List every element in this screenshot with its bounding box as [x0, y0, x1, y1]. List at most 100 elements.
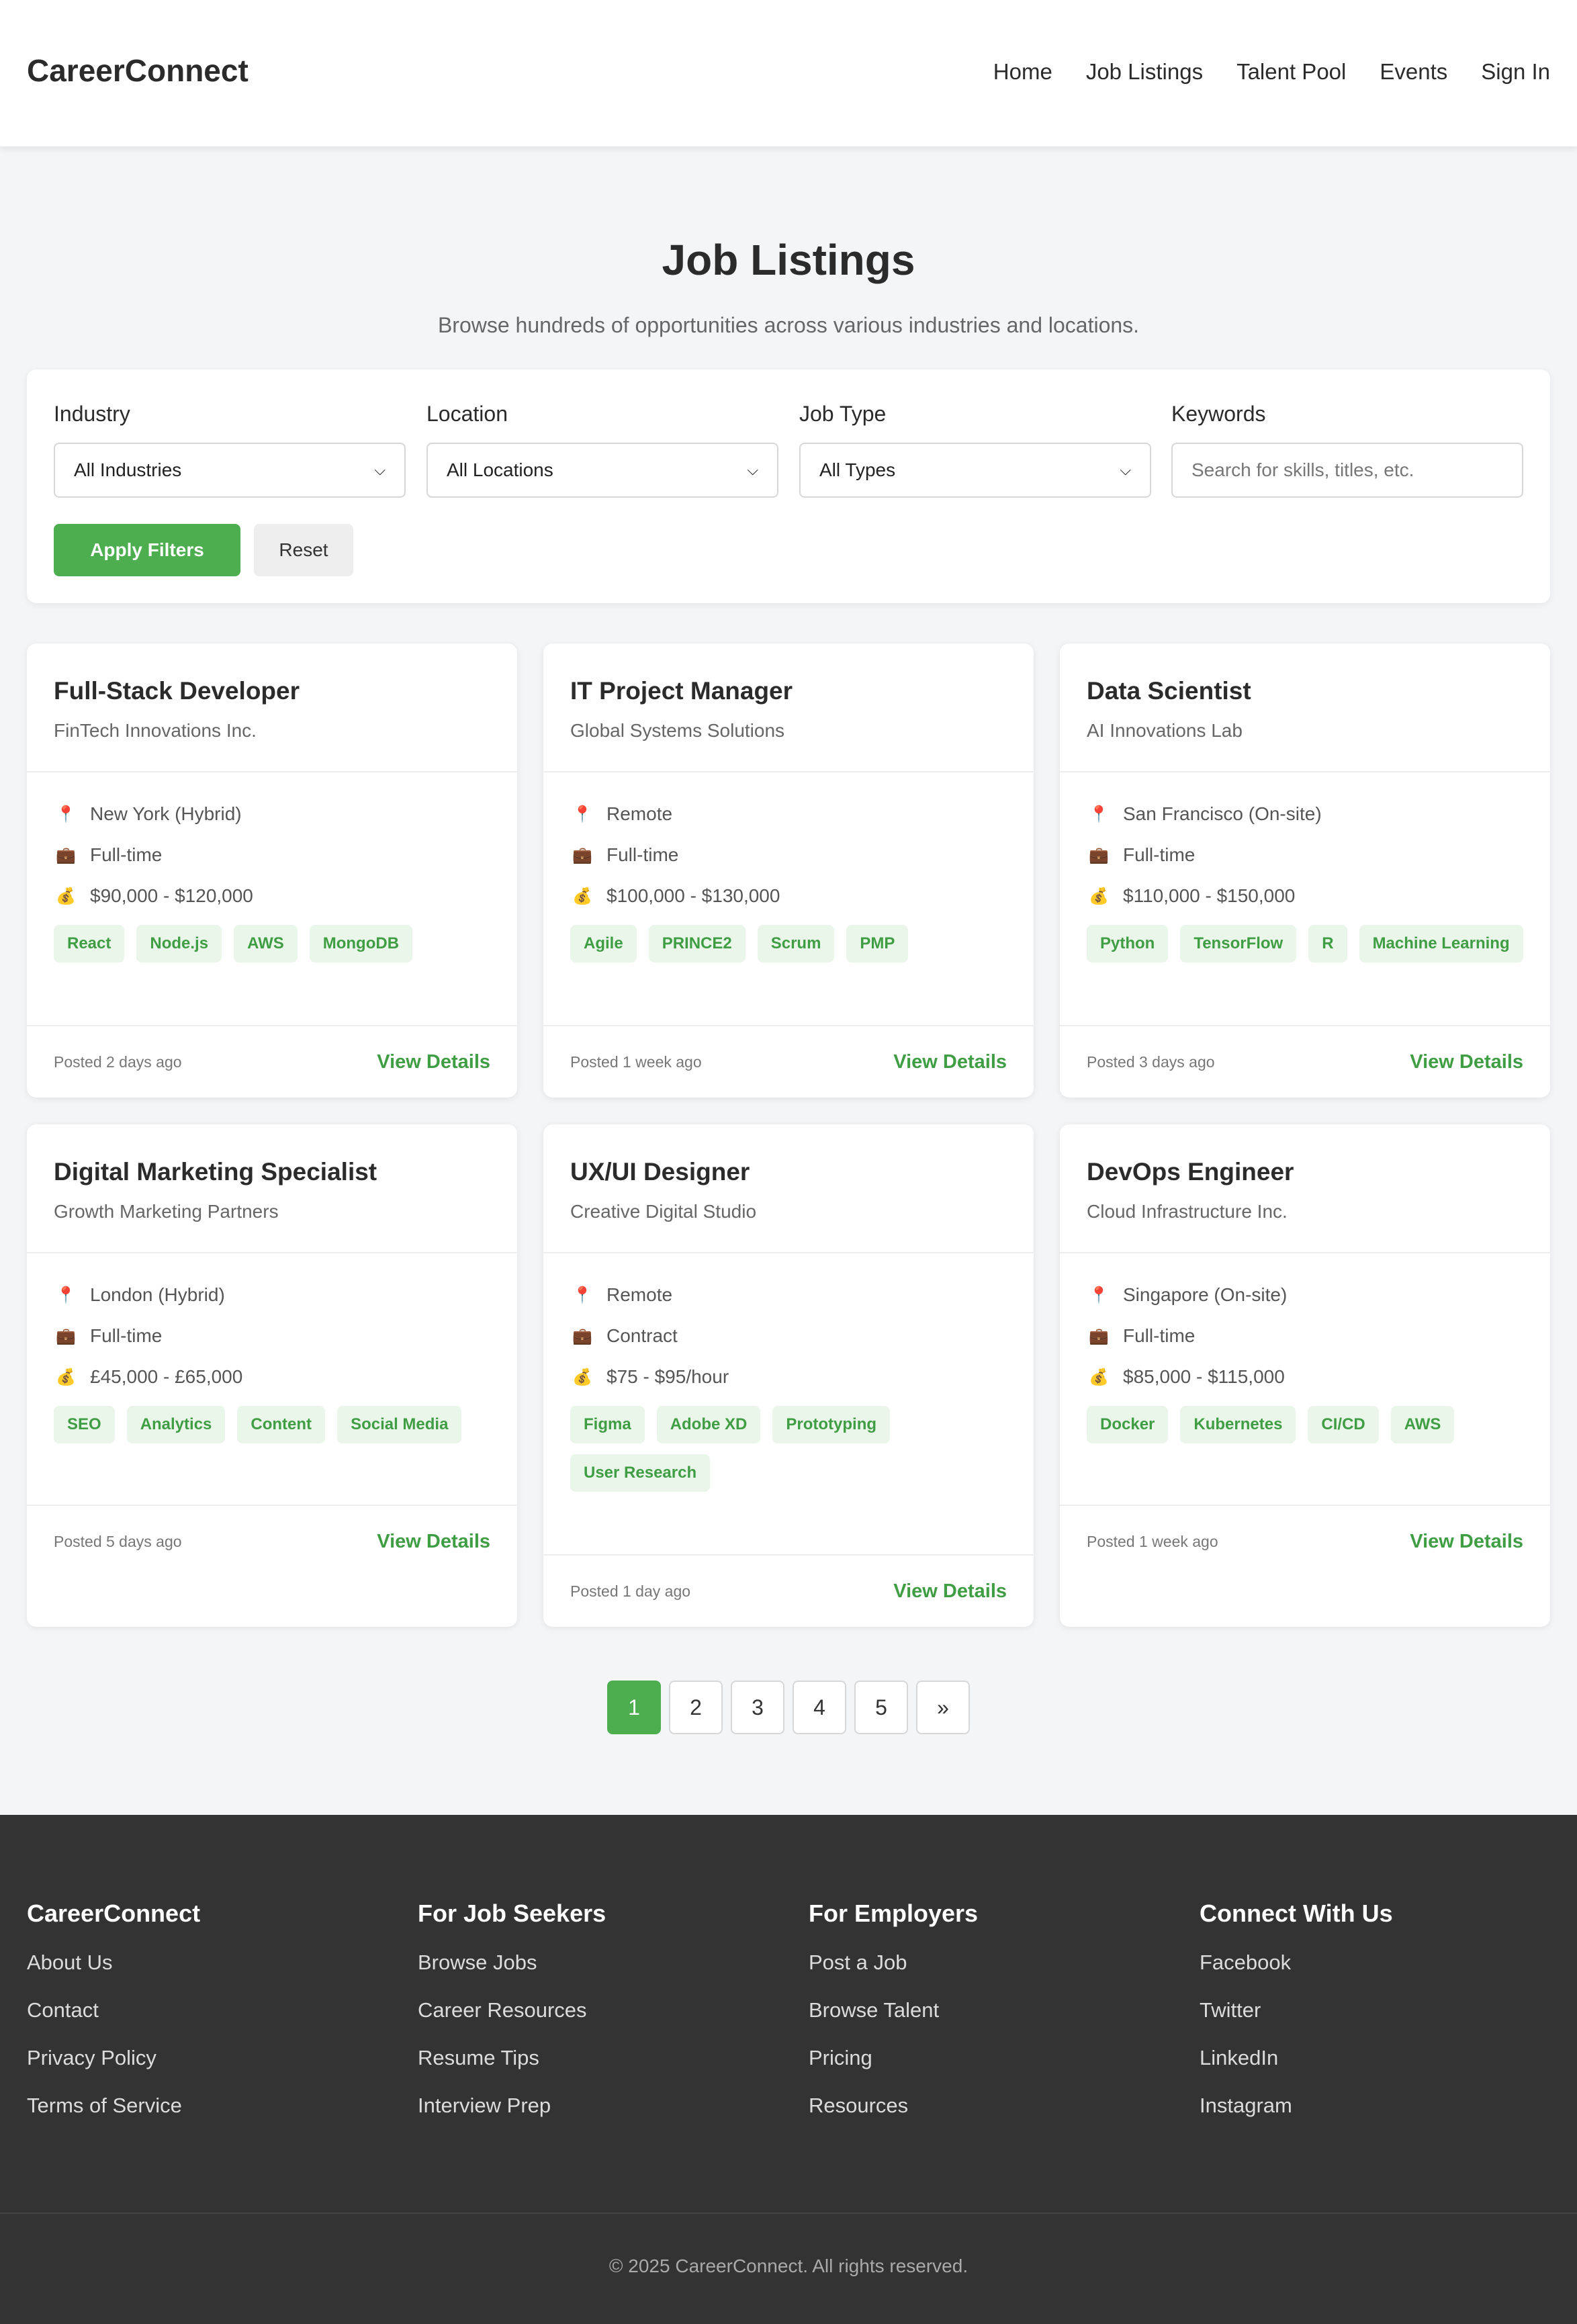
footer-link-facebook[interactable]: Facebook — [1200, 1951, 1562, 1975]
footer-heading: Connect With Us — [1200, 1900, 1393, 1927]
footer-column-job-seekers: For Job Seekers Browse Jobs Career Resou… — [418, 1900, 780, 2141]
keywords-input[interactable]: Search for skills, titles, etc. — [1171, 443, 1523, 498]
footer-link-terms-of-service[interactable]: Terms of Service — [27, 2094, 390, 2118]
company-name: FinTech Innovations Inc. — [54, 720, 257, 741]
view-details-link[interactable]: View Details — [1410, 1051, 1523, 1073]
nav-sign-in[interactable]: Sign In — [1481, 59, 1550, 85]
posted-date: Posted 1 week ago — [1087, 1532, 1218, 1550]
card-footer: Posted 1 day ago View Details — [543, 1554, 1034, 1627]
job-title[interactable]: Full-Stack Developer — [54, 677, 490, 705]
footer-link-browse-talent[interactable]: Browse Talent — [809, 1998, 1171, 2022]
job-title[interactable]: Digital Marketing Specialist — [54, 1158, 490, 1186]
page-3-button[interactable]: 3 — [731, 1681, 784, 1734]
nav-events[interactable]: Events — [1380, 59, 1447, 85]
location-text: Remote — [606, 1284, 673, 1305]
footer-link-linkedin[interactable]: LinkedIn — [1200, 2046, 1562, 2070]
footer-link-career-resources[interactable]: Career Resources — [418, 1998, 780, 2022]
page-4-button[interactable]: 4 — [793, 1681, 846, 1734]
pin-icon: 📍 — [572, 805, 592, 823]
industry-filter: Industry All Industries ⌵ — [54, 402, 406, 498]
skill-tag: React — [54, 925, 125, 963]
footer-link-instagram[interactable]: Instagram — [1200, 2094, 1562, 2118]
posted-date: Posted 3 days ago — [1087, 1053, 1215, 1071]
footer-link-pricing[interactable]: Pricing — [809, 2046, 1171, 2070]
location-text: London (Hybrid) — [90, 1284, 225, 1305]
main-nav: Home Job Listings Talent Pool Events Sig… — [993, 59, 1550, 85]
view-details-link[interactable]: View Details — [377, 1531, 490, 1553]
footer-link-post-a-job[interactable]: Post a Job — [809, 1951, 1171, 1975]
salary-text: $100,000 - $130,000 — [606, 885, 780, 906]
footer-link-contact[interactable]: Contact — [27, 1998, 390, 2022]
job-card[interactable]: IT Project Manager Global Systems Soluti… — [543, 643, 1034, 1098]
keywords-placeholder: Search for skills, titles, etc. — [1191, 459, 1414, 480]
skill-tag: Adobe XD — [656, 1406, 761, 1443]
apply-filters-button[interactable]: Apply Filters — [54, 524, 240, 576]
job-card[interactable]: Digital Marketing Specialist Growth Mark… — [27, 1124, 517, 1627]
footer-link-about-us[interactable]: About Us — [27, 1951, 390, 1975]
salary-text: $110,000 - $150,000 — [1123, 885, 1296, 906]
page-subtitle: Browse hundreds of opportunities across … — [437, 313, 1140, 337]
skill-tag: Kubernetes — [1180, 1406, 1296, 1443]
salary-text: $75 - $95/hour — [606, 1366, 729, 1387]
company-name: Creative Digital Studio — [570, 1201, 757, 1222]
money-bag-icon: 💰 — [572, 1368, 592, 1386]
reset-button[interactable]: Reset — [254, 524, 353, 576]
skill-tag: Prototyping — [772, 1406, 891, 1443]
location-select[interactable]: All Locations ⌵ — [426, 443, 778, 498]
footer-link-interview-prep[interactable]: Interview Prep — [418, 2094, 780, 2118]
job-card[interactable]: Full-Stack Developer FinTech Innovations… — [27, 643, 517, 1098]
skill-tag: Node.js — [136, 925, 222, 963]
skill-tags: Agile PRINCE2 Scrum PMP — [570, 925, 1007, 963]
footer-link-resume-tips[interactable]: Resume Tips — [418, 2046, 780, 2070]
page-1-button[interactable]: 1 — [607, 1681, 661, 1734]
job-title[interactable]: Data Scientist — [1087, 677, 1523, 705]
job-type-select[interactable]: All Types ⌵ — [799, 443, 1151, 498]
skill-tag: Python — [1087, 925, 1169, 963]
job-card[interactable]: Data Scientist AI Innovations Lab 📍 San F… — [1060, 643, 1550, 1098]
nav-talent-pool[interactable]: Talent Pool — [1236, 59, 1346, 85]
keywords-filter: Keywords Search for skills, titles, etc. — [1171, 402, 1523, 498]
job-title[interactable]: IT Project Manager — [570, 677, 1007, 705]
pin-icon: 📍 — [56, 1286, 76, 1304]
footer-column-careerconnect: CareerConnect About Us Contact Privacy P… — [27, 1900, 390, 2141]
type-text: Full-time — [90, 844, 163, 865]
job-salary: 💰 $100,000 - $130,000 — [570, 884, 1007, 908]
pin-icon: 📍 — [572, 1286, 592, 1304]
footer-column-connect: Connect With Us Facebook Twitter LinkedI… — [1200, 1900, 1562, 2141]
next-page-button[interactable]: » — [916, 1681, 970, 1734]
nav-job-listings[interactable]: Job Listings — [1086, 59, 1203, 85]
money-bag-icon: 💰 — [56, 1368, 76, 1386]
view-details-link[interactable]: View Details — [893, 1580, 1007, 1603]
job-type: 💼 Full-time — [1087, 843, 1523, 867]
job-salary: 💰 $90,000 - $120,000 — [54, 884, 490, 908]
card-footer: Posted 3 days ago View Details — [1060, 1025, 1550, 1098]
job-card[interactable]: DevOps Engineer Cloud Infrastructure Inc… — [1060, 1124, 1550, 1627]
footer-link-resources[interactable]: Resources — [809, 2094, 1171, 2118]
view-details-link[interactable]: View Details — [1410, 1531, 1523, 1553]
skill-tag: MongoDB — [309, 925, 413, 963]
card-header: IT Project Manager Global Systems Soluti… — [543, 643, 1034, 772]
job-title[interactable]: DevOps Engineer — [1087, 1158, 1523, 1186]
job-card[interactable]: UX/UI Designer Creative Digital Studio 📍… — [543, 1124, 1034, 1627]
posted-date: Posted 2 days ago — [54, 1053, 182, 1071]
filter-panel: Industry All Industries ⌵ Location All L… — [27, 369, 1550, 603]
footer-link-twitter[interactable]: Twitter — [1200, 1998, 1562, 2022]
posted-date: Posted 1 day ago — [570, 1582, 691, 1600]
location-select-value: All Locations — [447, 459, 553, 480]
footer-link-browse-jobs[interactable]: Browse Jobs — [418, 1951, 780, 1975]
job-title[interactable]: UX/UI Designer — [570, 1158, 1007, 1186]
footer-heading: For Employers — [809, 1900, 979, 1927]
brand-logo[interactable]: CareerConnect — [27, 52, 249, 89]
card-body: 📍 Remote 💼 Full-time 💰 $100,000 - $130,000 … — [543, 772, 1034, 963]
footer-link-privacy-policy[interactable]: Privacy Policy — [27, 2046, 390, 2070]
chevron-down-icon: ⌵ — [374, 461, 386, 478]
money-bag-icon: 💰 — [1089, 887, 1109, 905]
skill-tags: SEO Analytics Content Social Media — [54, 1406, 490, 1443]
view-details-link[interactable]: View Details — [377, 1051, 490, 1073]
industry-select[interactable]: All Industries ⌵ — [54, 443, 406, 498]
view-details-link[interactable]: View Details — [893, 1051, 1007, 1073]
nav-home[interactable]: Home — [993, 59, 1052, 85]
page-5-button[interactable]: 5 — [854, 1681, 908, 1734]
page-2-button[interactable]: 2 — [669, 1681, 723, 1734]
type-text: Contract — [606, 1325, 678, 1346]
